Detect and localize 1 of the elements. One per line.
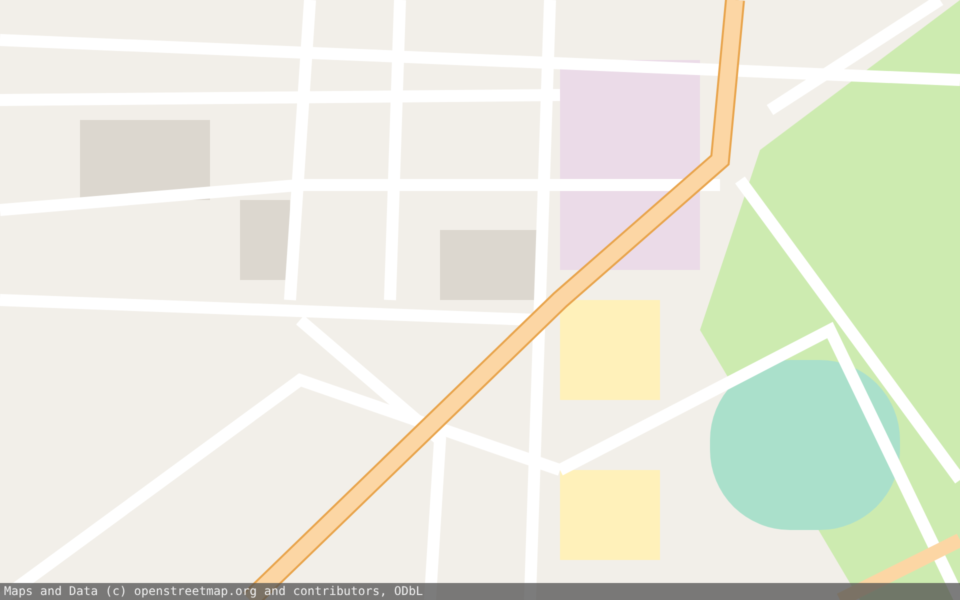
attribution-text: Maps and Data (c) openstreetmap.org and contributors, ODbL <box>0 583 960 600</box>
